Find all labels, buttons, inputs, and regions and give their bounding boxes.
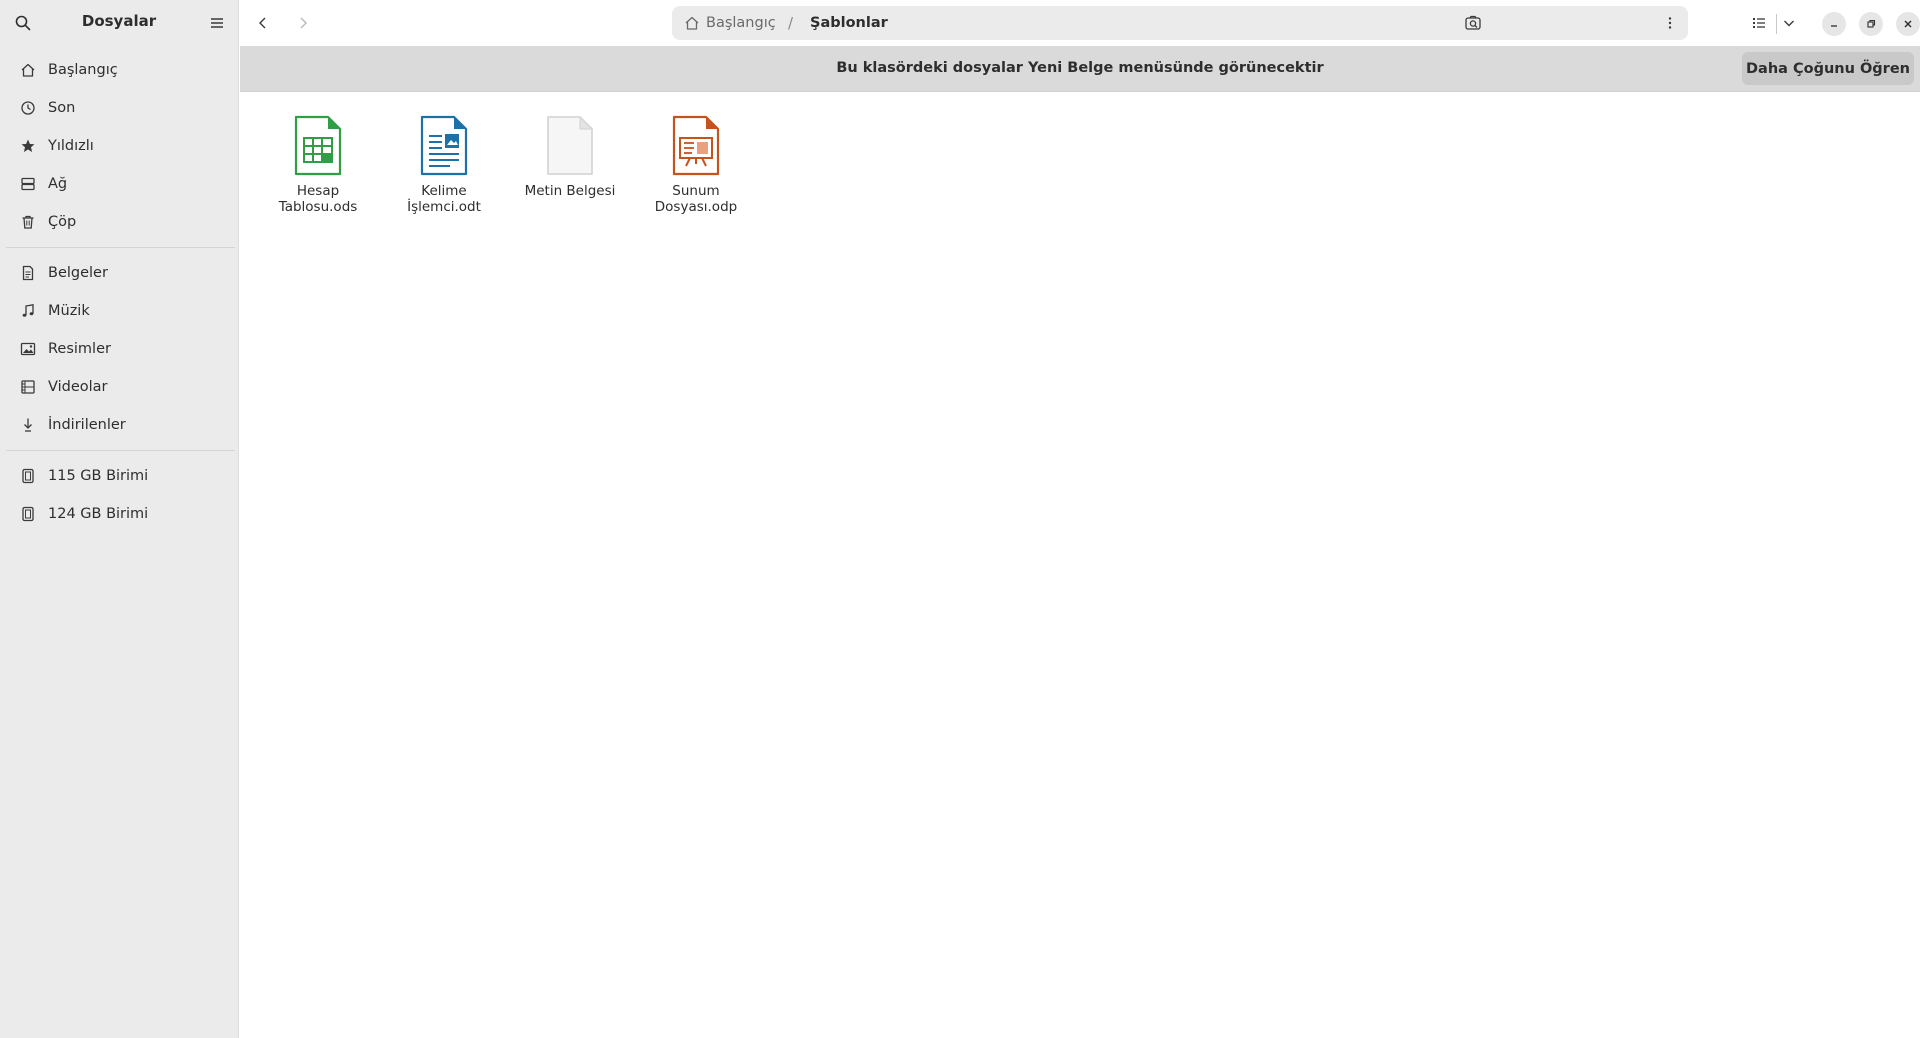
forward-button[interactable] [292,12,314,34]
text-document-icon [547,116,593,175]
path-bar[interactable]: Başlangıç / Şablonlar [672,6,1688,40]
back-button[interactable] [252,12,274,34]
home-icon [685,16,699,30]
trash-icon [20,214,36,230]
sidebar-title: Dosyalar [81,12,157,30]
path-menu-icon[interactable] [1662,15,1678,31]
close-button[interactable] [1896,12,1920,36]
close-icon [1904,20,1912,28]
sidebar-item-home[interactable]: Başlangıç [6,51,235,89]
file-name: Sunum Dosyası.odp [654,183,738,215]
sidebar-item-label: İndirilenler [48,417,126,433]
network-icon [20,176,36,192]
file-grid: Hesap Tablosu.ods Kelime İşlemci.odt Met… [255,114,759,215]
file-name: Kelime İşlemci.odt [407,183,481,215]
chevron-right-icon [300,17,307,29]
restore-button[interactable] [1859,12,1883,36]
list-view-icon [1753,18,1765,28]
sidebar-item-label: 124 GB Birimi [48,506,149,522]
image-icon [20,341,36,357]
sidebar-item-volume-115[interactable]: 115 GB Birimi [6,457,235,495]
sidebar-divider [6,450,235,451]
view-options-button[interactable] [1778,12,1800,34]
sidebar-list: Başlangıç Son Yıldızlı Ağ Çöp Belgeler M… [6,51,235,533]
star-icon [20,138,36,154]
minimize-icon [1831,25,1837,27]
sidebar-item-label: Başlangıç [48,62,118,78]
breadcrumb-separator: / [788,14,794,32]
sidebar-item-starred[interactable]: Yıldızlı [6,127,235,165]
sidebar-item-label: Çöp [48,214,77,230]
sidebar-item-pictures[interactable]: Resimler [6,330,235,368]
sidebar-item-label: Videolar [48,379,108,395]
sidebar-item-documents[interactable]: Belgeler [6,254,235,292]
hamburger-menu-icon[interactable] [208,14,226,32]
sidebar-item-volume-124[interactable]: 124 GB Birimi [6,495,235,533]
learn-more-button[interactable]: Daha Çoğunu Öğren [1742,52,1914,85]
file-item[interactable]: Sunum Dosyası.odp [633,114,759,215]
sidebar-item-label: Son [48,100,76,116]
breadcrumb-home-label: Başlangıç [706,15,776,31]
film-icon [20,379,36,395]
screenshot-search-button[interactable] [1462,12,1484,34]
sidebar-item-trash[interactable]: Çöp [6,203,235,241]
chevron-left-icon [259,17,266,29]
sidebar-item-videos[interactable]: Videolar [6,368,235,406]
sidebar-item-label: Ağ [48,176,68,192]
home-icon [20,62,36,78]
breadcrumb-home[interactable]: Başlangıç [684,15,776,31]
chevron-down-icon [1784,20,1794,27]
presentation-icon [672,115,720,176]
file-item[interactable]: Metin Belgesi [507,114,633,215]
minimize-button[interactable] [1822,12,1846,36]
info-banner: Bu klasördeki dosyalar Yeni Belge menüsü… [240,46,1920,92]
sidebar-item-label: 115 GB Birimi [48,468,149,484]
sidebar-item-label: Belgeler [48,265,108,281]
sidebar-header: Dosyalar [0,0,238,46]
breadcrumb-current[interactable]: Şablonlar [810,15,888,31]
sidebar-divider [6,247,235,248]
header-bar: Başlangıç / Şablonlar [240,0,1920,46]
file-name: Hesap Tablosu.ods [278,183,358,215]
sidebar-item-downloads[interactable]: İndirilenler [6,406,235,444]
file-name: Metin Belgesi [524,183,616,199]
drive-icon [20,468,36,484]
file-item[interactable]: Hesap Tablosu.ods [255,114,381,215]
sidebar-item-label: Müzik [48,303,90,319]
sidebar-item-music[interactable]: Müzik [6,292,235,330]
sidebar-item-network[interactable]: Ağ [6,165,235,203]
word-processor-icon [420,115,468,176]
restore-icon [1867,19,1876,28]
music-icon [20,303,36,319]
file-item[interactable]: Kelime İşlemci.odt [381,114,507,215]
camera-search-icon [1465,15,1481,30]
drive-icon [20,506,36,522]
sidebar-item-label: Resimler [48,341,111,357]
document-icon [20,265,36,281]
banner-message: Bu klasördeki dosyalar Yeni Belge menüsü… [836,60,1324,76]
sidebar: Dosyalar Başlangıç Son Yıldızlı Ağ Çöp B… [0,0,239,1038]
download-icon [20,417,36,433]
list-view-button[interactable] [1748,12,1770,34]
sidebar-item-label: Yıldızlı [48,138,94,154]
spreadsheet-icon [294,115,342,176]
view-toggle-divider [1776,14,1777,34]
sidebar-item-recent[interactable]: Son [6,89,235,127]
clock-icon [20,100,36,116]
